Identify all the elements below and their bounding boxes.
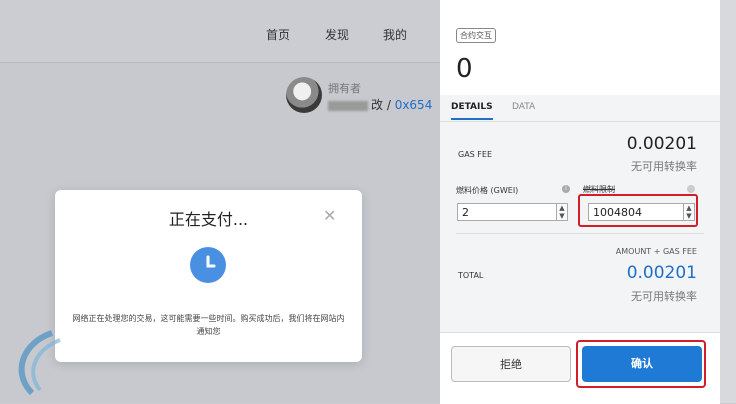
confirm-highlight-box xyxy=(576,340,706,388)
wallet-header xyxy=(440,0,720,95)
nav-discover[interactable]: 发现 xyxy=(325,26,349,43)
reject-button[interactable]: 拒绝 xyxy=(451,346,571,382)
tabs-divider xyxy=(440,121,720,122)
owner-avatar xyxy=(286,77,322,113)
modal-message: 网络正在处理您的交易，这可能需要一些时间。购买成功后，我们将在网站内通知您 xyxy=(72,314,345,336)
section-divider xyxy=(456,233,704,234)
active-tab-indicator xyxy=(451,118,493,120)
payment-modal: 正在支付... ✕ 网络正在处理您的交易，这可能需要一些时间。购买成功后，我们将… xyxy=(55,190,362,362)
watermark-logo-icon xyxy=(18,330,61,396)
owner-name: 改 / 0x654 xyxy=(328,96,432,113)
total-value: 0.00201 xyxy=(626,263,697,283)
nav-mine[interactable]: 我的 xyxy=(383,26,407,43)
modal-title: 正在支付... xyxy=(168,210,249,229)
gas-fee-value: 0.00201 xyxy=(626,134,697,154)
total-label: TOTAL xyxy=(458,271,484,280)
gas-price-input[interactable]: 2 xyxy=(457,203,557,221)
amount-plus-gas-label: AMOUNT + GAS FEE xyxy=(615,247,697,256)
gas-fee-label: GAS FEE xyxy=(458,150,493,159)
total-conversion-note: 无可用转换率 xyxy=(631,290,697,303)
blurred-name xyxy=(328,100,368,111)
owner-label: 拥有者 xyxy=(328,82,361,95)
tab-details[interactable]: DETAILS xyxy=(451,102,493,112)
transaction-amount: 0 xyxy=(456,54,473,84)
owner-name-suffix: 改 / xyxy=(371,98,395,112)
contract-interaction-tag: 合约交互 xyxy=(456,28,496,43)
gas-price-label: 燃料价格 (GWEI) xyxy=(456,186,519,195)
clock-icon xyxy=(190,247,226,283)
gas-limit-highlight-box xyxy=(578,194,698,227)
close-icon[interactable]: ✕ xyxy=(323,206,336,225)
gas-fee-conversion-note: 无可用转换率 xyxy=(631,160,697,173)
top-navigation: 首页 发现 我的 xyxy=(0,0,440,63)
tab-data[interactable]: DATA xyxy=(512,102,535,112)
scrollbar-track[interactable] xyxy=(720,0,736,403)
gas-price-stepper[interactable]: ▲ ▼ xyxy=(557,203,568,221)
nav-home[interactable]: 首页 xyxy=(266,26,290,43)
info-icon[interactable]: i xyxy=(562,185,570,193)
info-icon[interactable] xyxy=(687,185,695,193)
owner-address-link[interactable]: 0x654 xyxy=(395,98,433,112)
